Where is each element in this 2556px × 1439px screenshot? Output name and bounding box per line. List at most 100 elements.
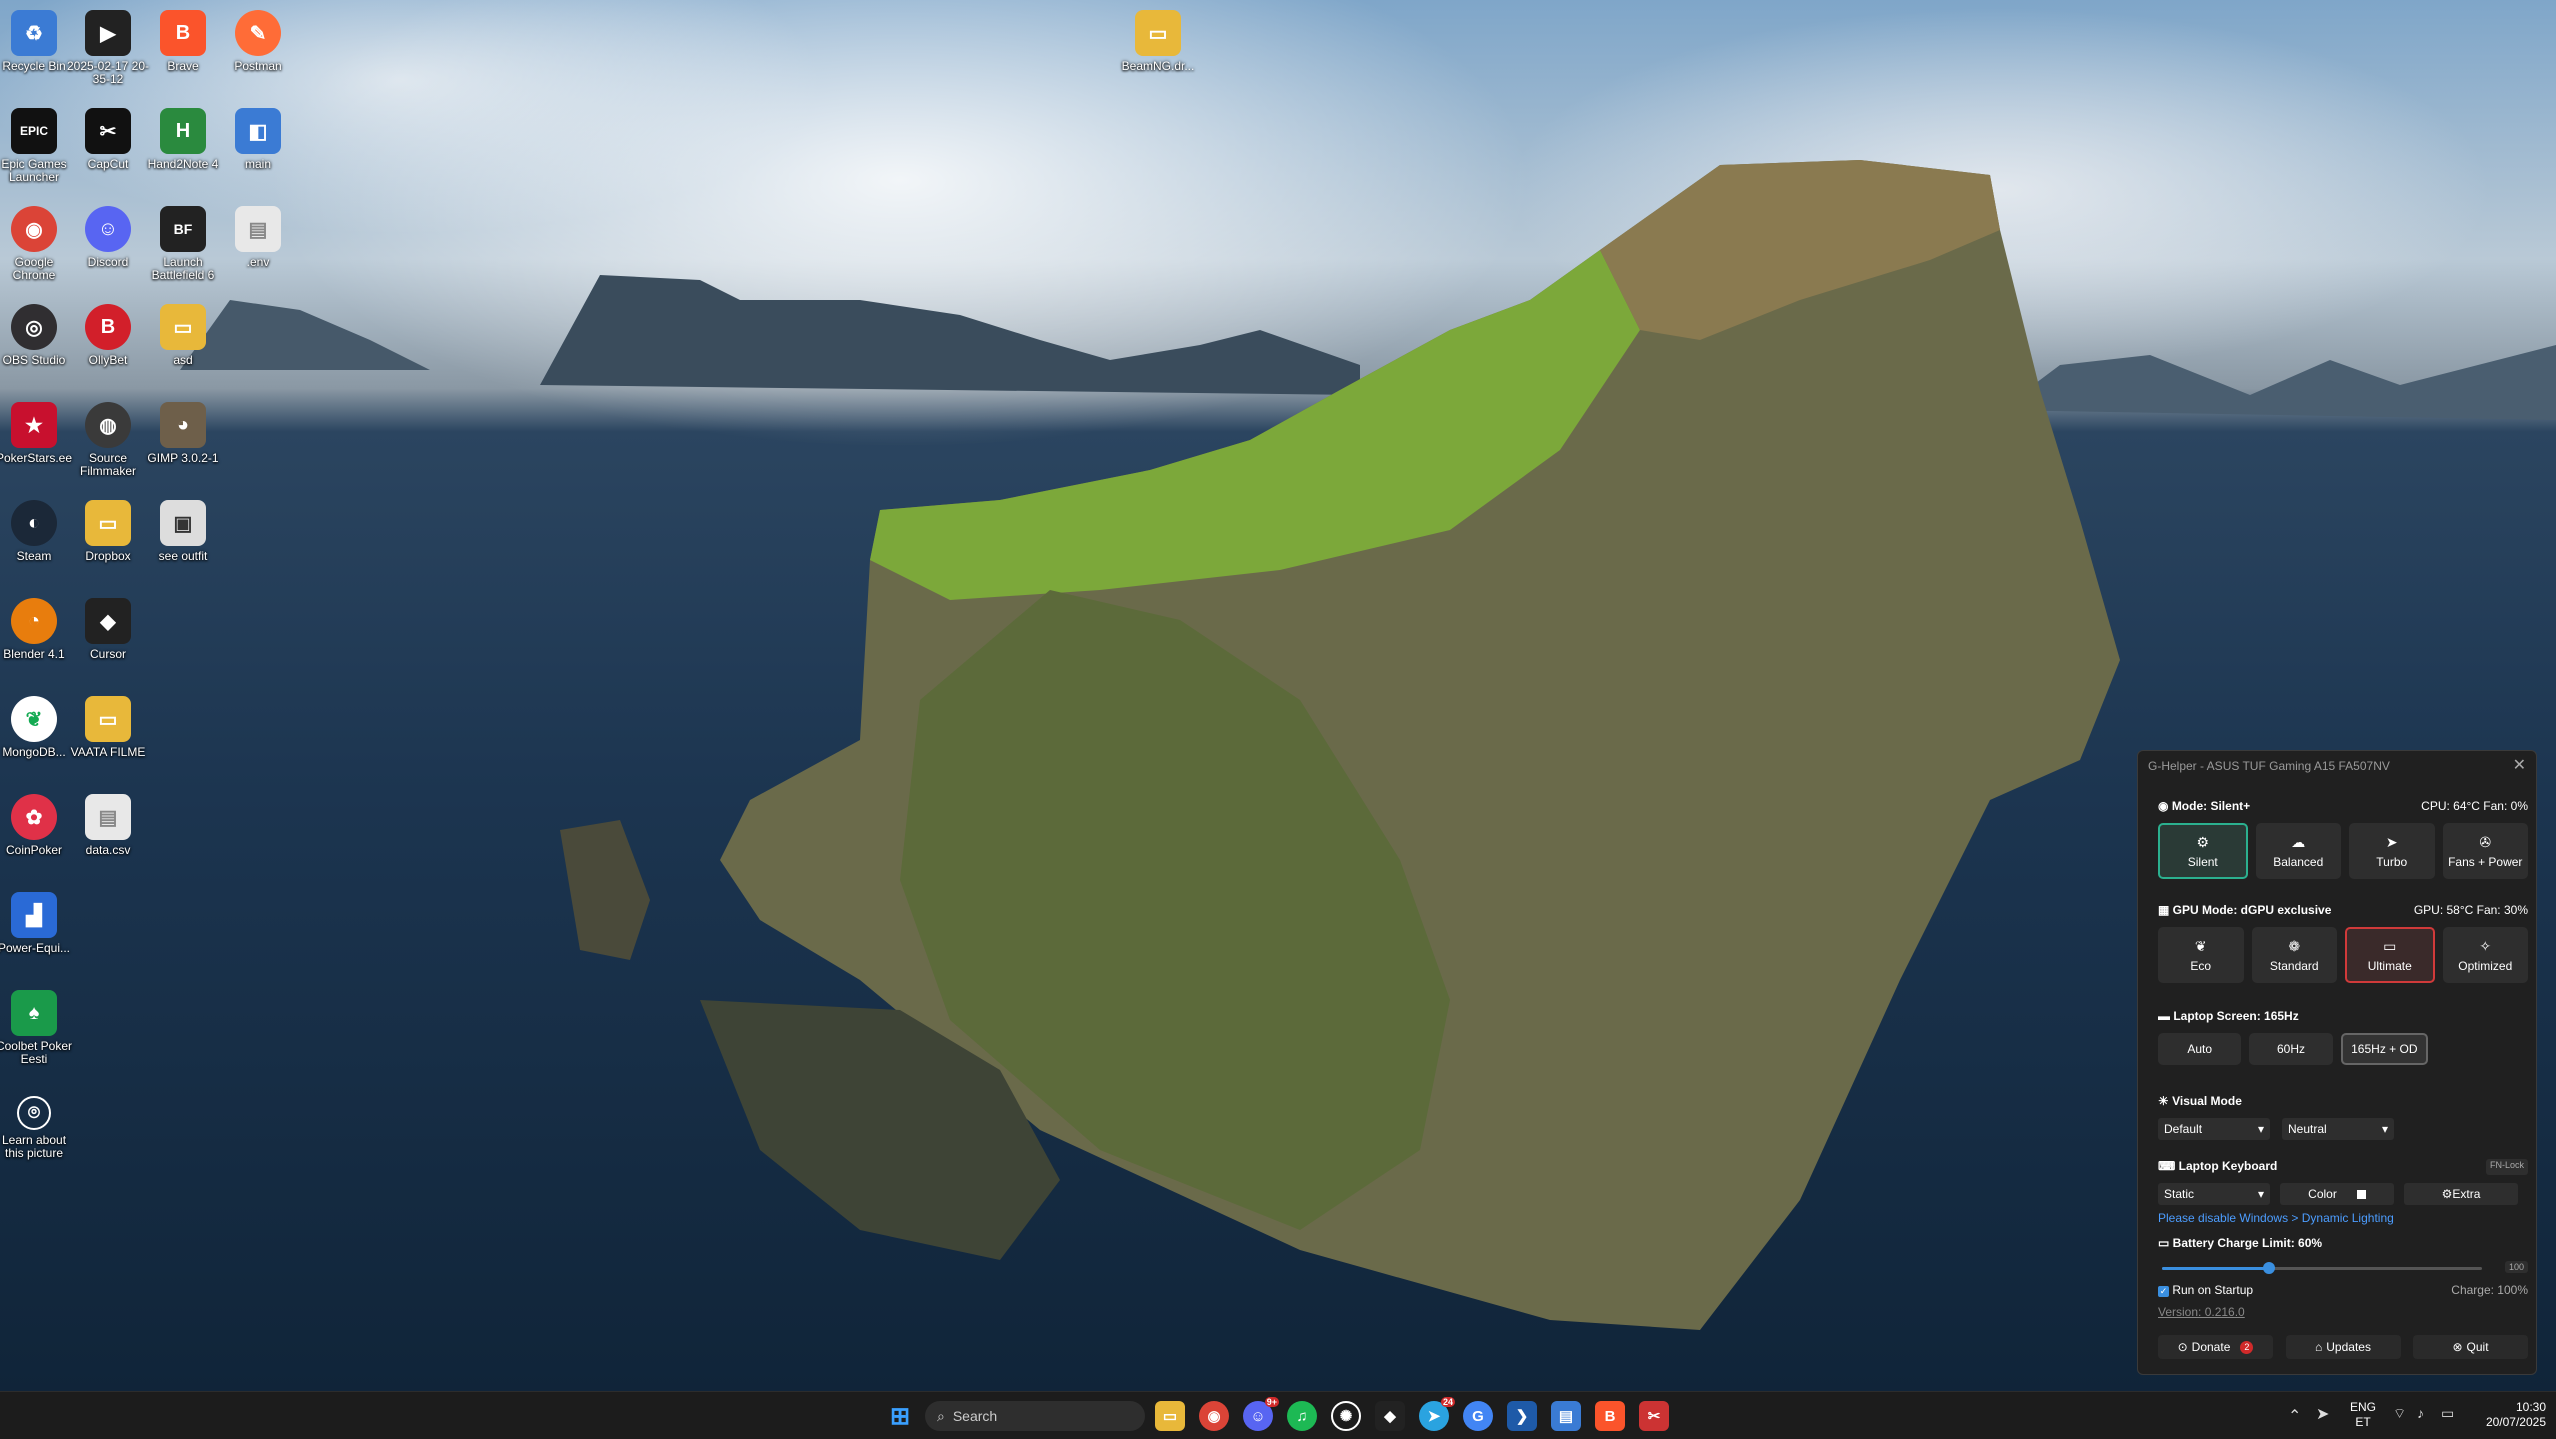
desktop-icon-postman[interactable]: ✎ Postman <box>216 6 300 106</box>
gpu-eco-button[interactable]: ❦ Eco <box>2158 927 2244 983</box>
desktop-icon-hand2note[interactable]: H Hand2Note 4 <box>141 104 225 204</box>
desktop-icon-label: Power-Equi... <box>0 941 71 955</box>
dynamic-lighting-warning[interactable]: Please disable Windows > Dynamic Lightin… <box>2158 1211 2528 1225</box>
close-icon[interactable]: ✕ <box>2513 755 2526 775</box>
desktop-icon-brave[interactable]: B Brave <box>141 6 225 106</box>
keyboard-extra-button[interactable]: ⚙ Extra <box>2404 1183 2518 1205</box>
snipping-tool-icon[interactable]: ✂ <box>1639 1401 1669 1431</box>
updates-button[interactable]: ⌂ Updates <box>2285 1335 2401 1359</box>
wifi-icon[interactable]: ⌔ <box>2393 1405 2406 1423</box>
fn-lock-button[interactable]: FN-Lock <box>2485 1159 2528 1175</box>
visual-mode-select[interactable]: Default ▾ <box>2158 1118 2270 1140</box>
sun-icon: ☀ <box>2158 1094 2173 1108</box>
mode-balanced-button[interactable]: ☁ Balanced <box>2255 823 2341 879</box>
brave-taskbar-icon[interactable]: B <box>1595 1401 1625 1431</box>
desktop-icon-dropbox[interactable]: ▭ Dropbox <box>66 496 150 596</box>
google-icon[interactable]: G <box>1463 1401 1493 1431</box>
desktop-icon-label: BeamNG.dr... <box>1121 59 1195 73</box>
desktop-icon-capcut[interactable]: ✂ CapCut <box>66 104 150 204</box>
screen-auto-button[interactable]: Auto <box>2158 1033 2242 1065</box>
desktop-icon-cursor[interactable]: ◆ Cursor <box>66 594 150 694</box>
keyboard-mode-select[interactable]: Static ▾ <box>2158 1183 2270 1205</box>
chatgpt-icon[interactable]: ✺ <box>1331 1401 1361 1431</box>
desktop-icon-label: data.csv <box>85 843 131 857</box>
desktop-icon-ollybet[interactable]: B OllyBet <box>66 300 150 400</box>
telegram-icon[interactable]: ➤ 24 <box>1419 1397 1455 1431</box>
battery-limit-slider[interactable]: 100 <box>2158 1258 2528 1278</box>
desktop-icon-video[interactable]: ▶ 2025-02-17 20-35-12 <box>66 6 150 106</box>
gauge-icon: ◉ <box>2158 799 2172 813</box>
desktop-icon-power-equilab[interactable]: ▟ Power-Equi... <box>0 888 76 988</box>
checkbox-icon: ✓ <box>2158 1286 2169 1297</box>
desktop-icon-gimp[interactable]: ◕ GIMP 3.0.2-1 <box>141 398 225 498</box>
desktop-icon-main[interactable]: ◧ main <box>216 104 300 204</box>
notepad-icon[interactable]: ▤ <box>1551 1401 1581 1431</box>
desktop-icon-env[interactable]: ▤ .env <box>216 202 300 302</box>
cursor-taskbar-icon[interactable]: ◆ <box>1375 1401 1405 1431</box>
run-on-startup-checkbox[interactable]: ✓ Run on Startup <box>2158 1283 2253 1297</box>
desktop-icon-coolbet[interactable]: ♠ Coolbet Poker Eesti <box>0 986 76 1086</box>
desktop-icon-asd[interactable]: ▭ asd <box>141 300 225 400</box>
location-icon[interactable]: ➤ <box>2316 1404 2329 1424</box>
desktop-icon-see-outfit[interactable]: ▣ see outfit <box>141 496 225 596</box>
visual-color-select[interactable]: Neutral ▾ <box>2282 1118 2394 1140</box>
gpu-ultimate-button[interactable]: ▭ Ultimate <box>2345 927 2435 983</box>
postman-icon: ✎ <box>235 10 281 56</box>
desktop-icon-discord[interactable]: ☺ Discord <box>66 202 150 302</box>
chevron-down-icon: ▾ <box>2381 1122 2388 1136</box>
battery-tray-icon[interactable]: ▭ <box>2441 1405 2454 1422</box>
desktop-icon-vaata-filme[interactable]: ▭ VAATA FILME <box>66 692 150 792</box>
rocket-icon: ➤ <box>2385 833 2398 850</box>
start-button[interactable]: ⊞ <box>885 1401 915 1431</box>
desktop-icon-battlefield[interactable]: BF Launch Battlefield 6 <box>141 202 225 302</box>
mode-turbo-button[interactable]: ➤ Turbo <box>2349 823 2435 879</box>
desktop-icon-epic-games[interactable]: EPIC Epic Games Launcher <box>0 104 76 204</box>
update-icon: ⌂ <box>2315 1340 2323 1354</box>
keyboard-color-button[interactable]: Color <box>2280 1183 2394 1205</box>
screen-60hz-button[interactable]: 60Hz <box>2249 1033 2333 1065</box>
desktop-icon-chrome[interactable]: ◉ Google Chrome <box>0 202 76 302</box>
desktop-icon-obs[interactable]: ◎ OBS Studio <box>0 300 76 400</box>
cpu-status: CPU: 64°C Fan: 0% <box>2421 799 2528 813</box>
discord-taskbar-icon[interactable]: ☺ 9+ <box>1243 1397 1279 1431</box>
spotify-icon[interactable]: ♫ <box>1287 1401 1317 1431</box>
desktop-icon-label: main <box>244 157 271 171</box>
slider-knob[interactable] <box>2262 1262 2275 1274</box>
gpu-optimized-button[interactable]: ✧ Optimized <box>2442 927 2528 983</box>
quit-button[interactable]: ⊗ Quit <box>2413 1335 2528 1359</box>
desktop-icon-blender[interactable]: ◔ Blender 4.1 <box>0 594 76 694</box>
terminal-icon[interactable]: ❯ <box>1507 1401 1537 1431</box>
desktop-icon-beamng[interactable]: ▭ BeamNG.dr... <box>1116 6 1200 106</box>
mode-silent-button[interactable]: ⚙ Silent <box>2158 823 2248 879</box>
donate-badge: 2 <box>2240 1340 2254 1354</box>
desktop-icon-data-csv[interactable]: ▤ data.csv <box>66 790 150 890</box>
gpu-standard-button[interactable]: ❁ Standard <box>2251 927 2337 983</box>
desktop-icon-pokerstars[interactable]: ★ PokerStars.ee <box>0 398 76 498</box>
donate-button[interactable]: ⊙ Donate 2 <box>2158 1335 2273 1359</box>
screen-165hz-od-button[interactable]: 165Hz + OD <box>2340 1033 2428 1065</box>
language-indicator[interactable]: ENG ET <box>2350 1400 2376 1430</box>
folder-icon: ▭ <box>85 696 131 742</box>
desktop-icon-label: Recycle Bin <box>2 59 66 73</box>
desktop-icon-label: .env <box>246 255 270 269</box>
desktop-icon-learn-about-picture[interactable]: ⌾ Learn about this picture <box>0 1092 76 1192</box>
battery-icon: ▭ <box>2158 1236 2173 1250</box>
chevron-up-icon[interactable]: ⌃ <box>2288 1406 2301 1426</box>
fans-power-button[interactable]: ✇ Fans + Power <box>2442 823 2528 879</box>
desktop-icon-label: asd <box>173 353 193 367</box>
quit-icon: ⊗ <box>2452 1340 2463 1354</box>
desktop-icon-steam[interactable]: ◐ Steam <box>0 496 76 596</box>
desktop-icon-coinpoker[interactable]: ✿ CoinPoker <box>0 790 76 890</box>
search-box[interactable]: ⌕ Search <box>925 1401 1145 1431</box>
file-explorer-icon[interactable]: ▭ <box>1155 1401 1185 1431</box>
battery-max-label: 100 <box>2504 1261 2528 1273</box>
color-swatch <box>2356 1189 2366 1199</box>
volume-icon[interactable]: ♪ <box>2417 1405 2424 1421</box>
desktop-icon-mongodb[interactable]: ❦ MongoDB... <box>0 692 76 792</box>
video-file-icon: ▶ <box>85 10 131 56</box>
desktop-icon-source-filmmaker[interactable]: ◍ Source Filmmaker <box>66 398 150 498</box>
chrome-taskbar-icon[interactable]: ◉ <box>1199 1401 1229 1431</box>
desktop-icon-recycle-bin[interactable]: ♻ Recycle Bin <box>0 6 76 106</box>
version-link[interactable]: Version: 0.216.0 <box>2158 1305 2528 1319</box>
clock[interactable]: 10:30 20/07/2025 <box>2462 1400 2546 1430</box>
